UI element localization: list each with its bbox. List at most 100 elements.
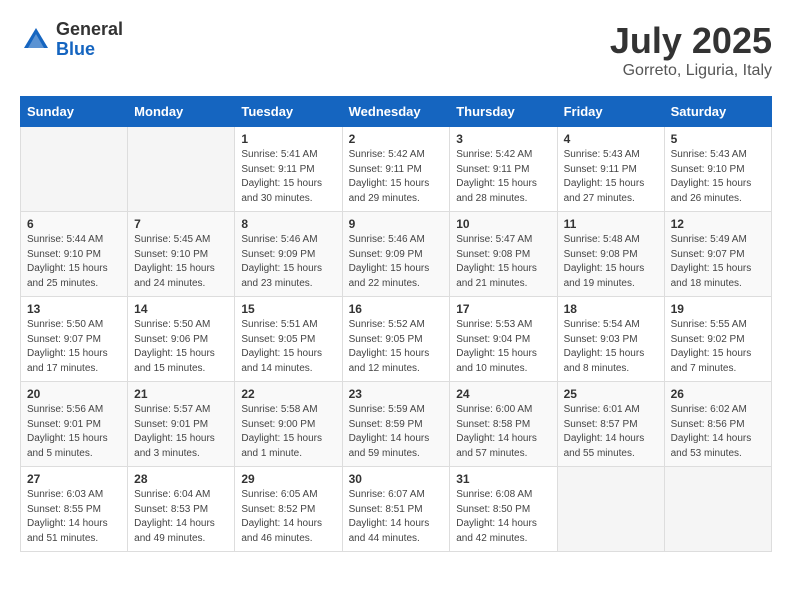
day-number: 18: [564, 302, 658, 316]
day-number: 3: [456, 132, 550, 146]
day-info: Sunrise: 5:47 AM Sunset: 9:08 PM Dayligh…: [456, 233, 550, 291]
calendar-day-header: Tuesday: [235, 97, 342, 127]
day-number: 25: [564, 387, 658, 401]
day-info: Sunrise: 5:52 AM Sunset: 9:05 PM Dayligh…: [349, 318, 444, 376]
day-number: 7: [134, 217, 228, 231]
day-info: Sunrise: 5:50 AM Sunset: 9:07 PM Dayligh…: [27, 318, 121, 376]
calendar-cell: 21Sunrise: 5:57 AM Sunset: 9:01 PM Dayli…: [128, 382, 235, 467]
day-info: Sunrise: 6:05 AM Sunset: 8:52 PM Dayligh…: [241, 488, 335, 546]
calendar-cell: 6 Sunrise: 5:44 AM Sunset: 9:10 PM Daylig…: [21, 212, 128, 297]
day-number: 17: [456, 302, 550, 316]
calendar-cell: 29 Sunrise: 6:05 AM Sunset: 8:52 PM Dayli…: [235, 467, 342, 552]
day-info: Sunrise: 5:42 AM Sunset: 9:11 PM Dayligh…: [456, 148, 550, 206]
day-info: Sunrise: 5:57 AM Sunset: 9:01 PM Dayligh…: [134, 403, 228, 461]
day-info: Sunrise: 5:50 AM Sunset: 9:06 PM Dayligh…: [134, 318, 228, 376]
day-number: 26: [671, 387, 765, 401]
calendar-cell: [557, 467, 664, 552]
calendar-week-row: 13 Sunrise: 5:50 AM Sunset: 9:07 PM Dayli…: [21, 297, 772, 382]
page-header: General Blue July 2025 Gorreto, Liguria,…: [20, 20, 772, 80]
day-number: 4: [564, 132, 658, 146]
calendar-cell: 18 Sunrise: 5:54 AM Sunset: 9:03 PM Dayli…: [557, 297, 664, 382]
day-info: Sunrise: 5:55 AM Sunset: 9:02 PM Dayligh…: [671, 318, 765, 376]
day-info: Sunrise: 5:48 AM Sunset: 9:08 PM Dayligh…: [564, 233, 658, 291]
calendar-cell: 11 Sunrise: 5:48 AM Sunset: 9:08 PM Dayli…: [557, 212, 664, 297]
day-number: 11: [564, 217, 658, 231]
day-info: Sunrise: 5:59 AM Sunset: 8:59 PM Dayligh…: [349, 403, 444, 461]
calendar-cell: 15Sunrise: 5:51 AM Sunset: 9:05 PM Dayli…: [235, 297, 342, 382]
day-info: Sunrise: 5:45 AM Sunset: 9:10 PM Dayligh…: [134, 233, 228, 291]
day-number: 16: [349, 302, 444, 316]
day-info: Sunrise: 5:41 AM Sunset: 9:11 PM Dayligh…: [241, 148, 335, 206]
day-info: Sunrise: 5:44 AM Sunset: 9:10 PM Dayligh…: [27, 233, 121, 291]
day-number: 28: [134, 472, 228, 486]
day-info: Sunrise: 5:46 AM Sunset: 9:09 PM Dayligh…: [349, 233, 444, 291]
day-number: 8: [241, 217, 335, 231]
calendar-cell: 9 Sunrise: 5:46 AM Sunset: 9:09 PM Daylig…: [342, 212, 450, 297]
month-title: July 2025: [610, 20, 772, 62]
calendar-cell: 10 Sunrise: 5:47 AM Sunset: 9:08 PM Dayli…: [450, 212, 557, 297]
calendar-week-row: 20Sunrise: 5:56 AM Sunset: 9:01 PM Dayli…: [21, 382, 772, 467]
day-info: Sunrise: 6:04 AM Sunset: 8:53 PM Dayligh…: [134, 488, 228, 546]
title-block: July 2025 Gorreto, Liguria, Italy: [610, 20, 772, 80]
logo: General Blue: [20, 20, 123, 60]
calendar-cell: [21, 127, 128, 212]
day-number: 13: [27, 302, 121, 316]
logo-text: General Blue: [56, 20, 123, 60]
calendar-cell: 26 Sunrise: 6:02 AM Sunset: 8:56 PM Dayli…: [664, 382, 771, 467]
calendar-cell: 27Sunrise: 6:03 AM Sunset: 8:55 PM Dayli…: [21, 467, 128, 552]
logo-blue-text: Blue: [56, 40, 123, 60]
day-number: 30: [349, 472, 444, 486]
day-info: Sunrise: 6:03 AM Sunset: 8:55 PM Dayligh…: [27, 488, 121, 546]
day-info: Sunrise: 5:43 AM Sunset: 9:11 PM Dayligh…: [564, 148, 658, 206]
logo-general-text: General: [56, 20, 123, 40]
calendar-day-header: Friday: [557, 97, 664, 127]
day-number: 10: [456, 217, 550, 231]
calendar-week-row: 6 Sunrise: 5:44 AM Sunset: 9:10 PM Daylig…: [21, 212, 772, 297]
calendar-cell: 1 Sunrise: 5:41 AM Sunset: 9:11 PM Daylig…: [235, 127, 342, 212]
day-number: 31: [456, 472, 550, 486]
calendar-cell: 7 Sunrise: 5:45 AM Sunset: 9:10 PM Daylig…: [128, 212, 235, 297]
calendar-cell: 13 Sunrise: 5:50 AM Sunset: 9:07 PM Dayli…: [21, 297, 128, 382]
calendar-day-header: Thursday: [450, 97, 557, 127]
day-number: 29: [241, 472, 335, 486]
calendar-cell: 25Sunrise: 6:01 AM Sunset: 8:57 PM Dayli…: [557, 382, 664, 467]
day-info: Sunrise: 5:46 AM Sunset: 9:09 PM Dayligh…: [241, 233, 335, 291]
calendar-cell: 22 Sunrise: 5:58 AM Sunset: 9:00 PM Dayli…: [235, 382, 342, 467]
day-info: Sunrise: 5:58 AM Sunset: 9:00 PM Dayligh…: [241, 403, 335, 461]
day-number: 15: [241, 302, 335, 316]
day-info: Sunrise: 6:08 AM Sunset: 8:50 PM Dayligh…: [456, 488, 550, 546]
calendar-day-header: Monday: [128, 97, 235, 127]
day-info: Sunrise: 5:49 AM Sunset: 9:07 PM Dayligh…: [671, 233, 765, 291]
day-info: Sunrise: 5:54 AM Sunset: 9:03 PM Dayligh…: [564, 318, 658, 376]
day-number: 9: [349, 217, 444, 231]
calendar-cell: 4 Sunrise: 5:43 AM Sunset: 9:11 PM Daylig…: [557, 127, 664, 212]
calendar-cell: 3 Sunrise: 5:42 AM Sunset: 9:11 PM Daylig…: [450, 127, 557, 212]
day-number: 23: [349, 387, 444, 401]
day-info: Sunrise: 5:56 AM Sunset: 9:01 PM Dayligh…: [27, 403, 121, 461]
day-number: 19: [671, 302, 765, 316]
calendar-cell: 19 Sunrise: 5:55 AM Sunset: 9:02 PM Dayli…: [664, 297, 771, 382]
day-info: Sunrise: 6:07 AM Sunset: 8:51 PM Dayligh…: [349, 488, 444, 546]
day-info: Sunrise: 5:42 AM Sunset: 9:11 PM Dayligh…: [349, 148, 444, 206]
day-number: 1: [241, 132, 335, 146]
calendar-cell: 23 Sunrise: 5:59 AM Sunset: 8:59 PM Dayli…: [342, 382, 450, 467]
calendar-cell: 30 Sunrise: 6:07 AM Sunset: 8:51 PM Dayli…: [342, 467, 450, 552]
calendar-cell: 5Sunrise: 5:43 AM Sunset: 9:10 PM Daylig…: [664, 127, 771, 212]
calendar-cell: [664, 467, 771, 552]
logo-icon: [20, 24, 52, 56]
calendar-cell: 20Sunrise: 5:56 AM Sunset: 9:01 PM Dayli…: [21, 382, 128, 467]
calendar-header-row: SundayMondayTuesdayWednesdayThursdayFrid…: [21, 97, 772, 127]
calendar-week-row: 1 Sunrise: 5:41 AM Sunset: 9:11 PM Daylig…: [21, 127, 772, 212]
day-number: 6: [27, 217, 121, 231]
day-info: Sunrise: 5:53 AM Sunset: 9:04 PM Dayligh…: [456, 318, 550, 376]
day-number: 24: [456, 387, 550, 401]
day-info: Sunrise: 6:00 AM Sunset: 8:58 PM Dayligh…: [456, 403, 550, 461]
calendar-cell: 16 Sunrise: 5:52 AM Sunset: 9:05 PM Dayli…: [342, 297, 450, 382]
calendar-cell: 31 Sunrise: 6:08 AM Sunset: 8:50 PM Dayli…: [450, 467, 557, 552]
day-info: Sunrise: 6:02 AM Sunset: 8:56 PM Dayligh…: [671, 403, 765, 461]
calendar-cell: 28 Sunrise: 6:04 AM Sunset: 8:53 PM Dayli…: [128, 467, 235, 552]
day-number: 2: [349, 132, 444, 146]
day-number: 12: [671, 217, 765, 231]
calendar-table: SundayMondayTuesdayWednesdayThursdayFrid…: [20, 96, 772, 552]
day-number: 22: [241, 387, 335, 401]
